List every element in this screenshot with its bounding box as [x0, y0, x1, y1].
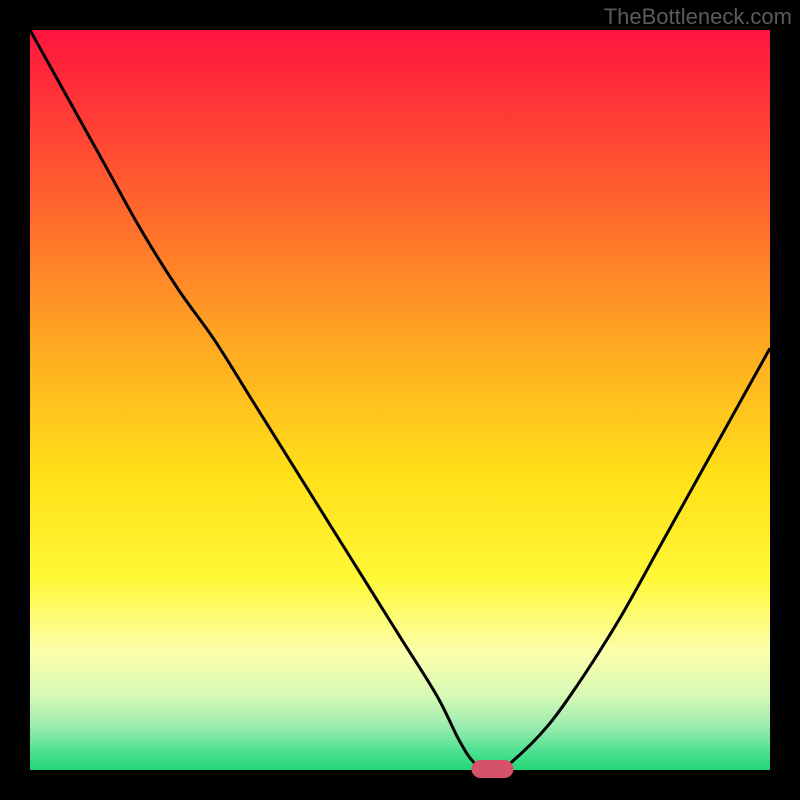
- watermark-text: TheBottleneck.com: [604, 4, 792, 30]
- bottleneck-chart: [0, 0, 800, 800]
- optimal-marker: [472, 760, 514, 778]
- plot-area: [30, 30, 770, 770]
- chart-container: TheBottleneck.com: [0, 0, 800, 800]
